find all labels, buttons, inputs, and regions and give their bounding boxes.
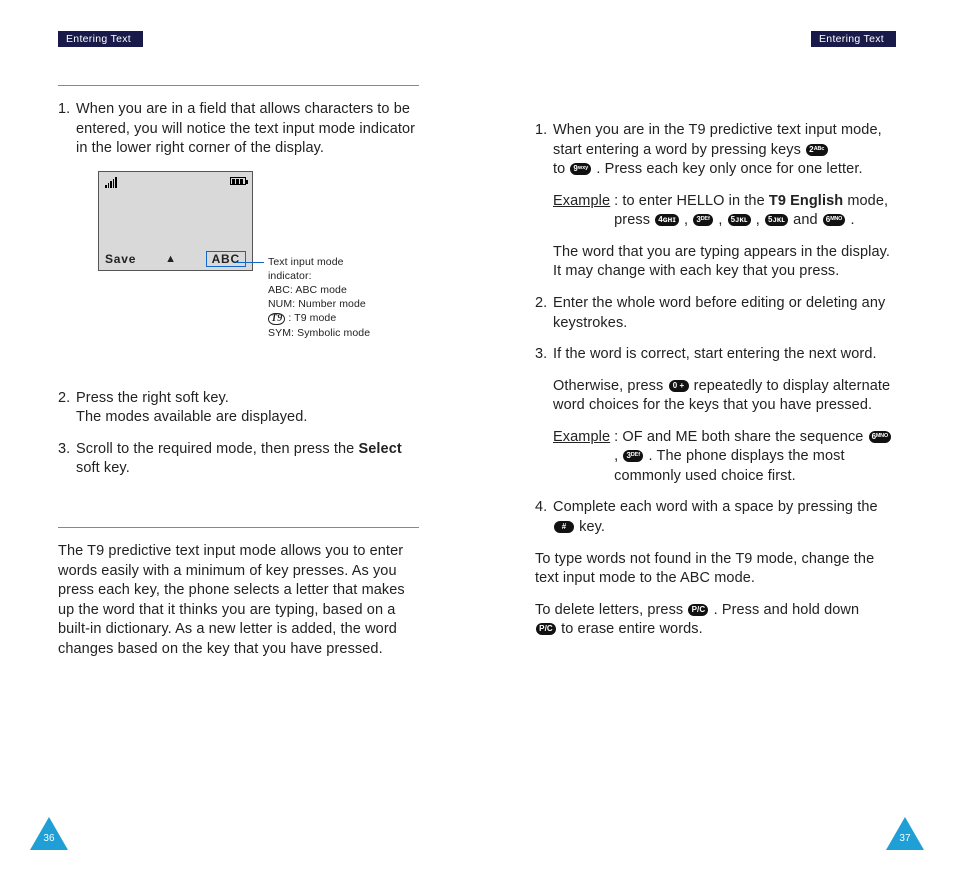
page-left: Entering Text 1. When you are in a field… <box>0 0 477 874</box>
list-text: Press the right soft key. <box>76 390 229 406</box>
phone-screen: Save ▲ ABC <box>98 171 253 271</box>
list-item: 3. If the word is correct, start enterin… <box>535 345 896 365</box>
key-2-icon: 2ᴬᴮᶜ <box>806 144 827 156</box>
t9-icon: T9 <box>268 313 285 325</box>
t9-intro: The T9 predictive text input mode allows… <box>58 542 419 659</box>
list-number: 1. <box>535 121 547 141</box>
key-0-icon: 0 + <box>669 380 689 392</box>
header-row-right: Entering Text <box>535 30 896 77</box>
list-item: 4. Complete each word with a space by pr… <box>535 498 896 537</box>
key-3-icon: 3ᴰᴱᶠ <box>623 450 643 462</box>
page-number-triangle-right: 37 <box>886 817 924 850</box>
right-list-2: 2. Enter the whole word before editing o… <box>535 294 896 365</box>
phone-softkey-row: Save ▲ ABC <box>105 251 246 267</box>
list-item: 3. Scroll to the required mode, then pre… <box>58 440 419 479</box>
key-5-icon: 5ᴊᴋʟ <box>765 214 788 226</box>
list-number: 1. <box>58 100 70 120</box>
phone-figure: Save ▲ ABC Text input mode indicator: AB… <box>58 171 419 361</box>
para: The word that you are typing appears in … <box>535 243 896 282</box>
list-number: 2. <box>535 294 547 314</box>
example-block: Example : to enter HELLO in the T9 Engli… <box>535 192 896 231</box>
arrow-up-icon: ▲ <box>165 253 177 265</box>
battery-icon <box>230 177 246 185</box>
list-number: 3. <box>58 440 70 460</box>
callout-line-1: Text input mode <box>268 255 418 269</box>
header-tab-left: Entering Text <box>58 31 143 47</box>
signal-icon <box>105 177 118 188</box>
para-otherwise: Otherwise, press 0 + repeatedly to displ… <box>535 377 896 416</box>
list-number: 4. <box>535 498 547 518</box>
page-number-triangle-left: 36 <box>30 817 68 850</box>
list-item: 1. When you are in a field that allows c… <box>58 100 419 159</box>
list-item: 2. Press the right soft key. The modes a… <box>58 389 419 428</box>
key-4-icon: 4ɢʜɪ <box>655 214 679 226</box>
input-mode-indicator: ABC <box>206 251 246 267</box>
callout-line-3: ABC: ABC mode <box>268 283 418 297</box>
footer-para-2: To delete letters, press P/C . Press and… <box>535 601 896 640</box>
key-6-icon: 6ᴹᴺᴼ <box>869 431 892 443</box>
header-tab-right: Entering Text <box>811 31 896 47</box>
bold-t9english: T9 English <box>769 193 843 209</box>
callout-line-4: NUM: Number mode <box>268 297 418 311</box>
callout-line-6: SYM: Symbolic mode <box>268 326 418 340</box>
key-3-icon: 3ᴰᴱᶠ <box>693 214 713 226</box>
page-number: 37 <box>895 833 915 844</box>
callout-text: Text input mode indicator: ABC: ABC mode… <box>268 255 418 340</box>
key-c-icon: P/C <box>536 623 556 635</box>
section-rule-2 <box>58 527 419 528</box>
callout-line-2: indicator: <box>268 269 418 283</box>
list-text: The modes available are displayed. <box>76 409 308 425</box>
left-list: 1. When you are in a field that allows c… <box>58 100 419 159</box>
section-rule <box>58 85 419 86</box>
page-number: 36 <box>39 833 59 844</box>
list-text: When you are in a field that allows char… <box>76 101 415 156</box>
left-list-2: 2. Press the right soft key. The modes a… <box>58 389 419 479</box>
softkey-save: Save <box>105 252 136 266</box>
key-5-icon: 5ᴊᴋʟ <box>728 214 751 226</box>
phone-status-bar <box>105 177 246 188</box>
bold-select: Select <box>358 441 401 457</box>
page-right: Entering Text 1. When you are in the T9 … <box>477 0 954 874</box>
example-label: Example <box>553 193 610 209</box>
list-item: 1. When you are in the T9 predictive tex… <box>535 121 896 180</box>
key-c-icon: P/C <box>688 604 708 616</box>
example-block-2: Example : OF and ME both share the seque… <box>535 428 896 487</box>
callout-line-5: T9 : T9 mode <box>268 311 418 325</box>
list-text: Scroll to the required mode, then press … <box>76 441 358 457</box>
example-label: Example <box>553 429 610 445</box>
footer-para-1: To type words not found in the T9 mode, … <box>535 550 896 589</box>
header-row-left: Entering Text <box>58 30 419 77</box>
key-hash-icon: # <box>554 521 574 533</box>
right-list: 1. When you are in the T9 predictive tex… <box>535 121 896 180</box>
right-list-3: 4. Complete each word with a space by pr… <box>535 498 896 537</box>
key-6-icon: 6ᴹᴺᴼ <box>823 214 846 226</box>
list-item: 2. Enter the whole word before editing o… <box>535 294 896 333</box>
callout-line <box>236 262 264 263</box>
list-number: 3. <box>535 345 547 365</box>
list-number: 2. <box>58 389 70 409</box>
key-9-icon: 9ʷˣʸ <box>570 163 591 175</box>
